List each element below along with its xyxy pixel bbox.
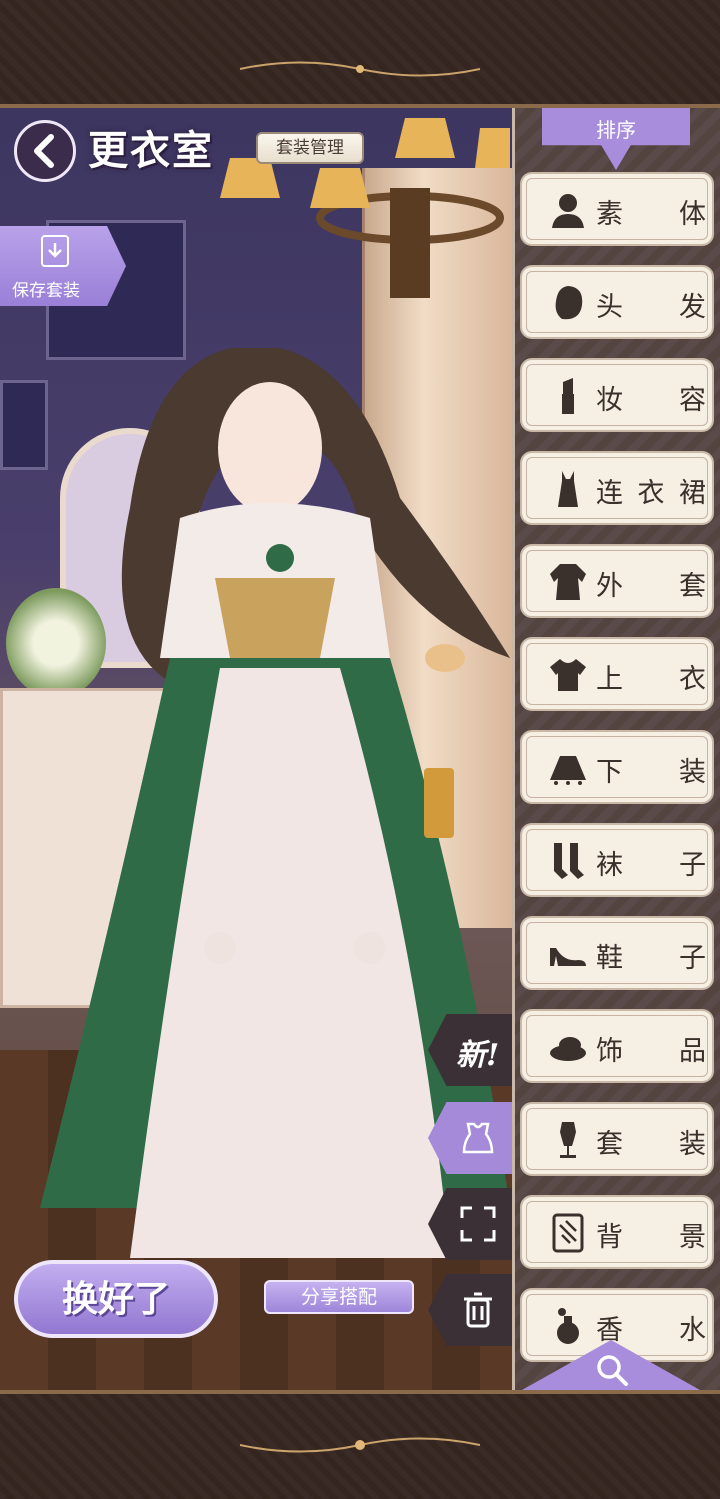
page-title: 更衣室: [88, 127, 214, 174]
category-bottoms[interactable]: 下 装: [520, 730, 714, 804]
category-label: 妆 容: [596, 385, 708, 416]
category-label: 上 衣: [596, 664, 708, 695]
category-body[interactable]: 素 体: [520, 172, 714, 246]
done-button[interactable]: 换好了: [14, 1260, 218, 1338]
ornament-icon: [240, 61, 480, 77]
category-label: 套 装: [596, 1129, 708, 1160]
save-outfit-button[interactable]: 保存套装: [0, 226, 126, 306]
category-label: 头 发: [596, 292, 708, 323]
category-label: 外 套: [596, 571, 708, 602]
new-label: 新!: [456, 1038, 500, 1073]
category-socks[interactable]: 袜 子: [520, 823, 714, 897]
share-outfit-button[interactable]: 分享搭配: [264, 1280, 414, 1314]
category-label: 连衣裙: [596, 478, 708, 509]
coat-icon: [550, 564, 586, 600]
ornament-icon: [240, 1437, 480, 1453]
category-accessories[interactable]: 饰 品: [520, 1009, 714, 1083]
category-label: 下 装: [596, 757, 708, 788]
category-label: 鞋 子: [596, 943, 708, 974]
save-outfit-label: 保存套装: [12, 281, 80, 301]
lipstick-icon: [562, 378, 574, 414]
mannequin-icon: [560, 1122, 576, 1158]
top-icon: [550, 659, 586, 691]
back-button[interactable]: [14, 120, 76, 182]
socks-icon: [554, 843, 584, 879]
category-makeup[interactable]: 妆 容: [520, 358, 714, 432]
category-background[interactable]: 背 景: [520, 1195, 714, 1269]
dress-icon: [558, 471, 578, 507]
category-top[interactable]: 上 衣: [520, 637, 714, 711]
perfume-icon: [557, 1308, 579, 1344]
character-avatar: [40, 348, 510, 1258]
hat-icon: [550, 1037, 586, 1061]
category-dress[interactable]: 连衣裙: [520, 451, 714, 525]
top-frame: [0, 0, 720, 108]
category-hair[interactable]: 头 发: [520, 265, 714, 339]
save-outfit-icon: [41, 235, 69, 267]
category-label: 背 景: [596, 1222, 708, 1253]
category-label: 素 体: [596, 199, 708, 230]
category-label: 袜 子: [596, 850, 708, 881]
category-coat[interactable]: 外 套: [520, 544, 714, 618]
hair-icon: [555, 286, 583, 320]
trash-icon: [464, 1292, 492, 1328]
outfit-icon: [462, 1122, 494, 1154]
body-icon: [552, 194, 584, 228]
sort-label: 排序: [596, 118, 636, 142]
outfit-management-button[interactable]: 套装管理: [256, 132, 364, 164]
chevron-left-icon: [34, 134, 54, 168]
search-icon: [597, 1355, 628, 1386]
background-icon: [552, 1213, 584, 1253]
category-outfit[interactable]: 套 装: [520, 1102, 714, 1176]
expand-icon: [460, 1206, 496, 1242]
skirt-icon: [550, 756, 586, 785]
category-shoes[interactable]: 鞋 子: [520, 916, 714, 990]
bottom-frame: [0, 1390, 720, 1499]
category-label: 饰 品: [596, 1036, 708, 1067]
shoe-icon: [550, 948, 586, 966]
